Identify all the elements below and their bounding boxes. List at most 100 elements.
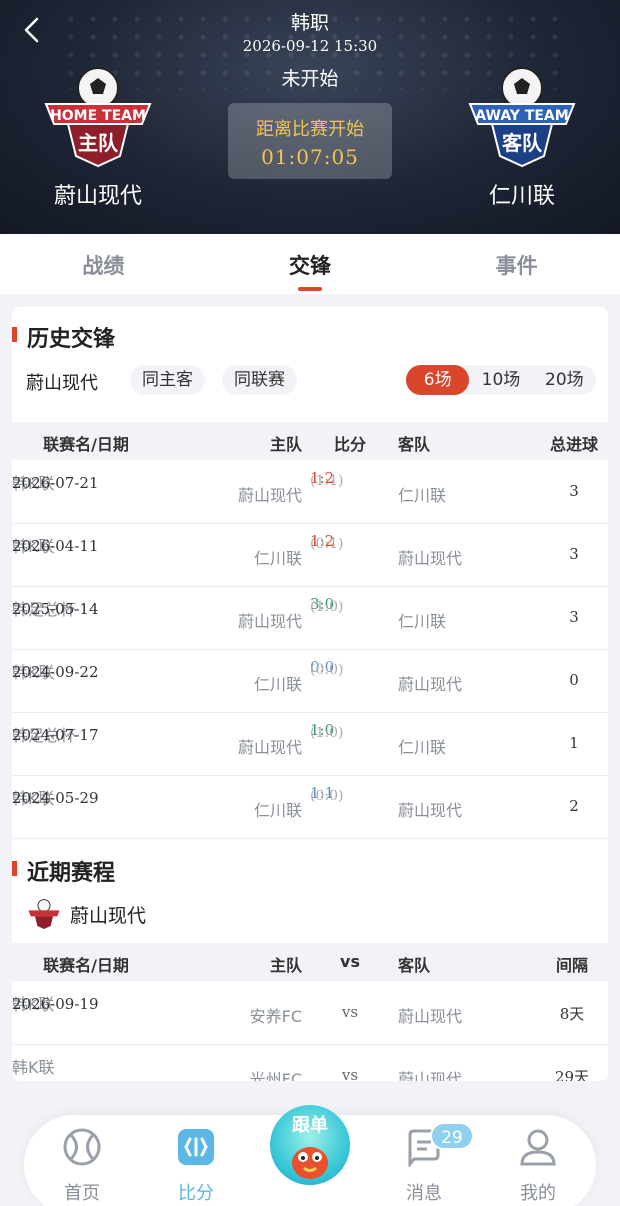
- col-total: 总进球: [549, 435, 598, 454]
- h2h-row[interactable]: 韩K联 2026-04-11 仁川联 1:2 (0:1) 蔚山现代 3: [12, 524, 608, 587]
- away-team-badge-icon: AWAY TEAM 客队: [468, 67, 576, 168]
- count-option-6[interactable]: 6场: [406, 365, 470, 395]
- col-home: 主队: [269, 956, 302, 975]
- col-vs: vs: [340, 952, 360, 971]
- match-date: 2026-09-19: [12, 995, 99, 1013]
- section-title-h2h: 历史交锋: [12, 321, 115, 353]
- away-team-name: 仁川联: [398, 486, 447, 505]
- chip-same-home-away[interactable]: 同主客: [130, 365, 205, 395]
- match-date: 2024-07-17: [12, 726, 99, 744]
- score-icon: [178, 1129, 214, 1165]
- away-team[interactable]: AWAY TEAM 客队 仁川联: [452, 62, 592, 210]
- home-team-name: 仁川联: [253, 801, 302, 820]
- col-gap: 间隔: [555, 956, 588, 975]
- h2h-row[interactable]: 韩足总杯 2025-05-14 蔚山现代 3:0 (1:0) 仁川联 3: [12, 587, 608, 650]
- away-team-name: 仁川联: [398, 612, 447, 631]
- home-team-name: 蔚山现代: [237, 486, 302, 505]
- countdown-label: 距离比赛开始: [256, 119, 364, 140]
- h2h-row[interactable]: 韩K联 2024-05-29 仁川联 1:1 (0:0) 蔚山现代 2: [12, 776, 608, 839]
- filter-team-name: 蔚山现代: [26, 373, 98, 394]
- home-team-name: 安养FC: [249, 1007, 302, 1026]
- count-option-10[interactable]: 10场: [469, 365, 532, 395]
- nav-follow[interactable]: 跟单: [270, 1105, 350, 1185]
- league-name: 韩K联: [12, 1058, 55, 1077]
- tab-h2h[interactable]: 交锋: [207, 234, 414, 294]
- col-score: 比分: [333, 435, 366, 454]
- half-time-score: (0:0): [310, 662, 344, 678]
- tab-bar: 战绩 交锋 事件: [0, 234, 620, 294]
- tab-events[interactable]: 事件: [413, 234, 620, 294]
- team-badge-icon: [28, 899, 60, 929]
- h2h-filters: 蔚山现代 同主客 同联赛 6场 10场 20场: [26, 365, 596, 397]
- away-team-name: 蔚山现代: [398, 1070, 463, 1081]
- tab-underline: [298, 287, 322, 291]
- col-league-date: 联赛名/日期: [43, 956, 129, 975]
- home-team-name: 仁川联: [253, 549, 302, 568]
- match-date: 2025-05-14: [12, 600, 99, 618]
- chip-same-league[interactable]: 同联赛: [222, 365, 297, 395]
- match-date: 2024-05-29: [12, 789, 99, 807]
- content-card: 历史交锋 蔚山现代 同主客 同联赛 6场 10场 20场 联赛名/日期 主队 比…: [12, 307, 608, 1081]
- col-away: 客队: [398, 435, 431, 454]
- away-team-name: 蔚山现代: [398, 1007, 463, 1026]
- match-date: 2026-04-11: [12, 537, 99, 555]
- col-league-date: 联赛名/日期: [43, 435, 129, 454]
- half-time-score: (1:1): [310, 473, 344, 489]
- recent-row[interactable]: 韩K联光州FC vs 蔚山现代 29天: [12, 1045, 608, 1081]
- match-date: 2024-09-22: [12, 663, 99, 681]
- total-goals: 3: [569, 545, 579, 563]
- gap-days: 29天: [554, 1068, 590, 1081]
- h2h-table-header: 联赛名/日期 主队 比分 客队 总进球: [12, 422, 608, 460]
- user-icon: [520, 1129, 556, 1166]
- col-home: 主队: [269, 435, 302, 454]
- home-team-name: 光州FC: [249, 1070, 302, 1081]
- svg-text:主队: 主队: [78, 131, 119, 155]
- vs-label: vs: [341, 1003, 359, 1021]
- half-time-score: (0:1): [310, 536, 344, 552]
- away-team-name: 蔚山现代: [398, 549, 463, 568]
- half-time-score: (1:0): [310, 725, 344, 741]
- total-goals: 2: [569, 797, 579, 815]
- gap-days: 8天: [559, 1005, 585, 1023]
- total-goals: 0: [569, 671, 579, 689]
- bottom-nav: 首页 比分 跟单 消息 29 我的: [24, 1105, 596, 1206]
- h2h-row[interactable]: 韩K联 2026-07-21 蔚山现代 1:2 (1:1) 仁川联 3: [12, 461, 608, 524]
- home-team-badge-icon: HOME TEAM 主队: [44, 67, 152, 168]
- svg-text:HOME TEAM: HOME TEAM: [50, 108, 146, 124]
- ball-icon: [63, 1128, 101, 1166]
- away-team-name: 蔚山现代: [398, 801, 463, 820]
- countdown-time: 01:07:05: [261, 145, 359, 169]
- away-team-name: 仁川联: [398, 738, 447, 757]
- home-team-name: 仁川联: [253, 675, 302, 694]
- nav-mine[interactable]: 我的: [498, 1127, 578, 1205]
- mascot-icon: [292, 1147, 328, 1179]
- home-team[interactable]: HOME TEAM 主队 蔚山现代: [28, 62, 168, 210]
- h2h-row[interactable]: 韩足总杯 2024-07-17 蔚山现代 1:0 (1:0) 仁川联 1: [12, 713, 608, 776]
- match-datetime: 2026-09-12 15:30: [242, 37, 378, 55]
- match-date: 2026-07-21: [12, 474, 99, 492]
- recent-team-name: 蔚山现代: [70, 905, 147, 927]
- col-away: 客队: [398, 956, 431, 975]
- svg-text:AWAY TEAM: AWAY TEAM: [475, 108, 568, 124]
- nav-score[interactable]: 比分: [156, 1127, 236, 1205]
- nav-home[interactable]: 首页: [42, 1127, 122, 1205]
- away-team-name: 仁川联: [488, 184, 555, 209]
- home-team-name: 蔚山现代: [53, 184, 142, 209]
- half-time-score: (0:0): [310, 788, 344, 804]
- total-goals: 1: [569, 734, 579, 752]
- recent-table-header: 联赛名/日期 主队 vs 客队 间隔: [12, 943, 608, 981]
- recent-row[interactable]: 韩K联 2026-09-19 安养FC vs 蔚山现代 8天: [12, 982, 608, 1045]
- half-time-score: (1:0): [310, 599, 344, 615]
- total-goals: 3: [569, 608, 579, 626]
- section-title-recent: 近期赛程: [12, 855, 115, 887]
- vs-label: vs: [341, 1066, 359, 1081]
- tab-record[interactable]: 战绩: [0, 234, 207, 294]
- count-option-20[interactable]: 20场: [533, 365, 596, 395]
- home-team-name: 蔚山现代: [237, 738, 302, 757]
- h2h-row[interactable]: 韩K联 2024-09-22 仁川联 0:0 (0:0) 蔚山现代 0: [12, 650, 608, 713]
- message-count-badge: 29: [430, 1122, 474, 1150]
- count-selector: 6场 10场 20场: [406, 365, 596, 395]
- countdown-box: 距离比赛开始 01:07:05: [228, 103, 392, 179]
- league-name: 韩职: [290, 12, 329, 34]
- match-header: 韩职 2026-09-12 15:30 未开始 距离比赛开始 01:07:05 …: [0, 0, 620, 234]
